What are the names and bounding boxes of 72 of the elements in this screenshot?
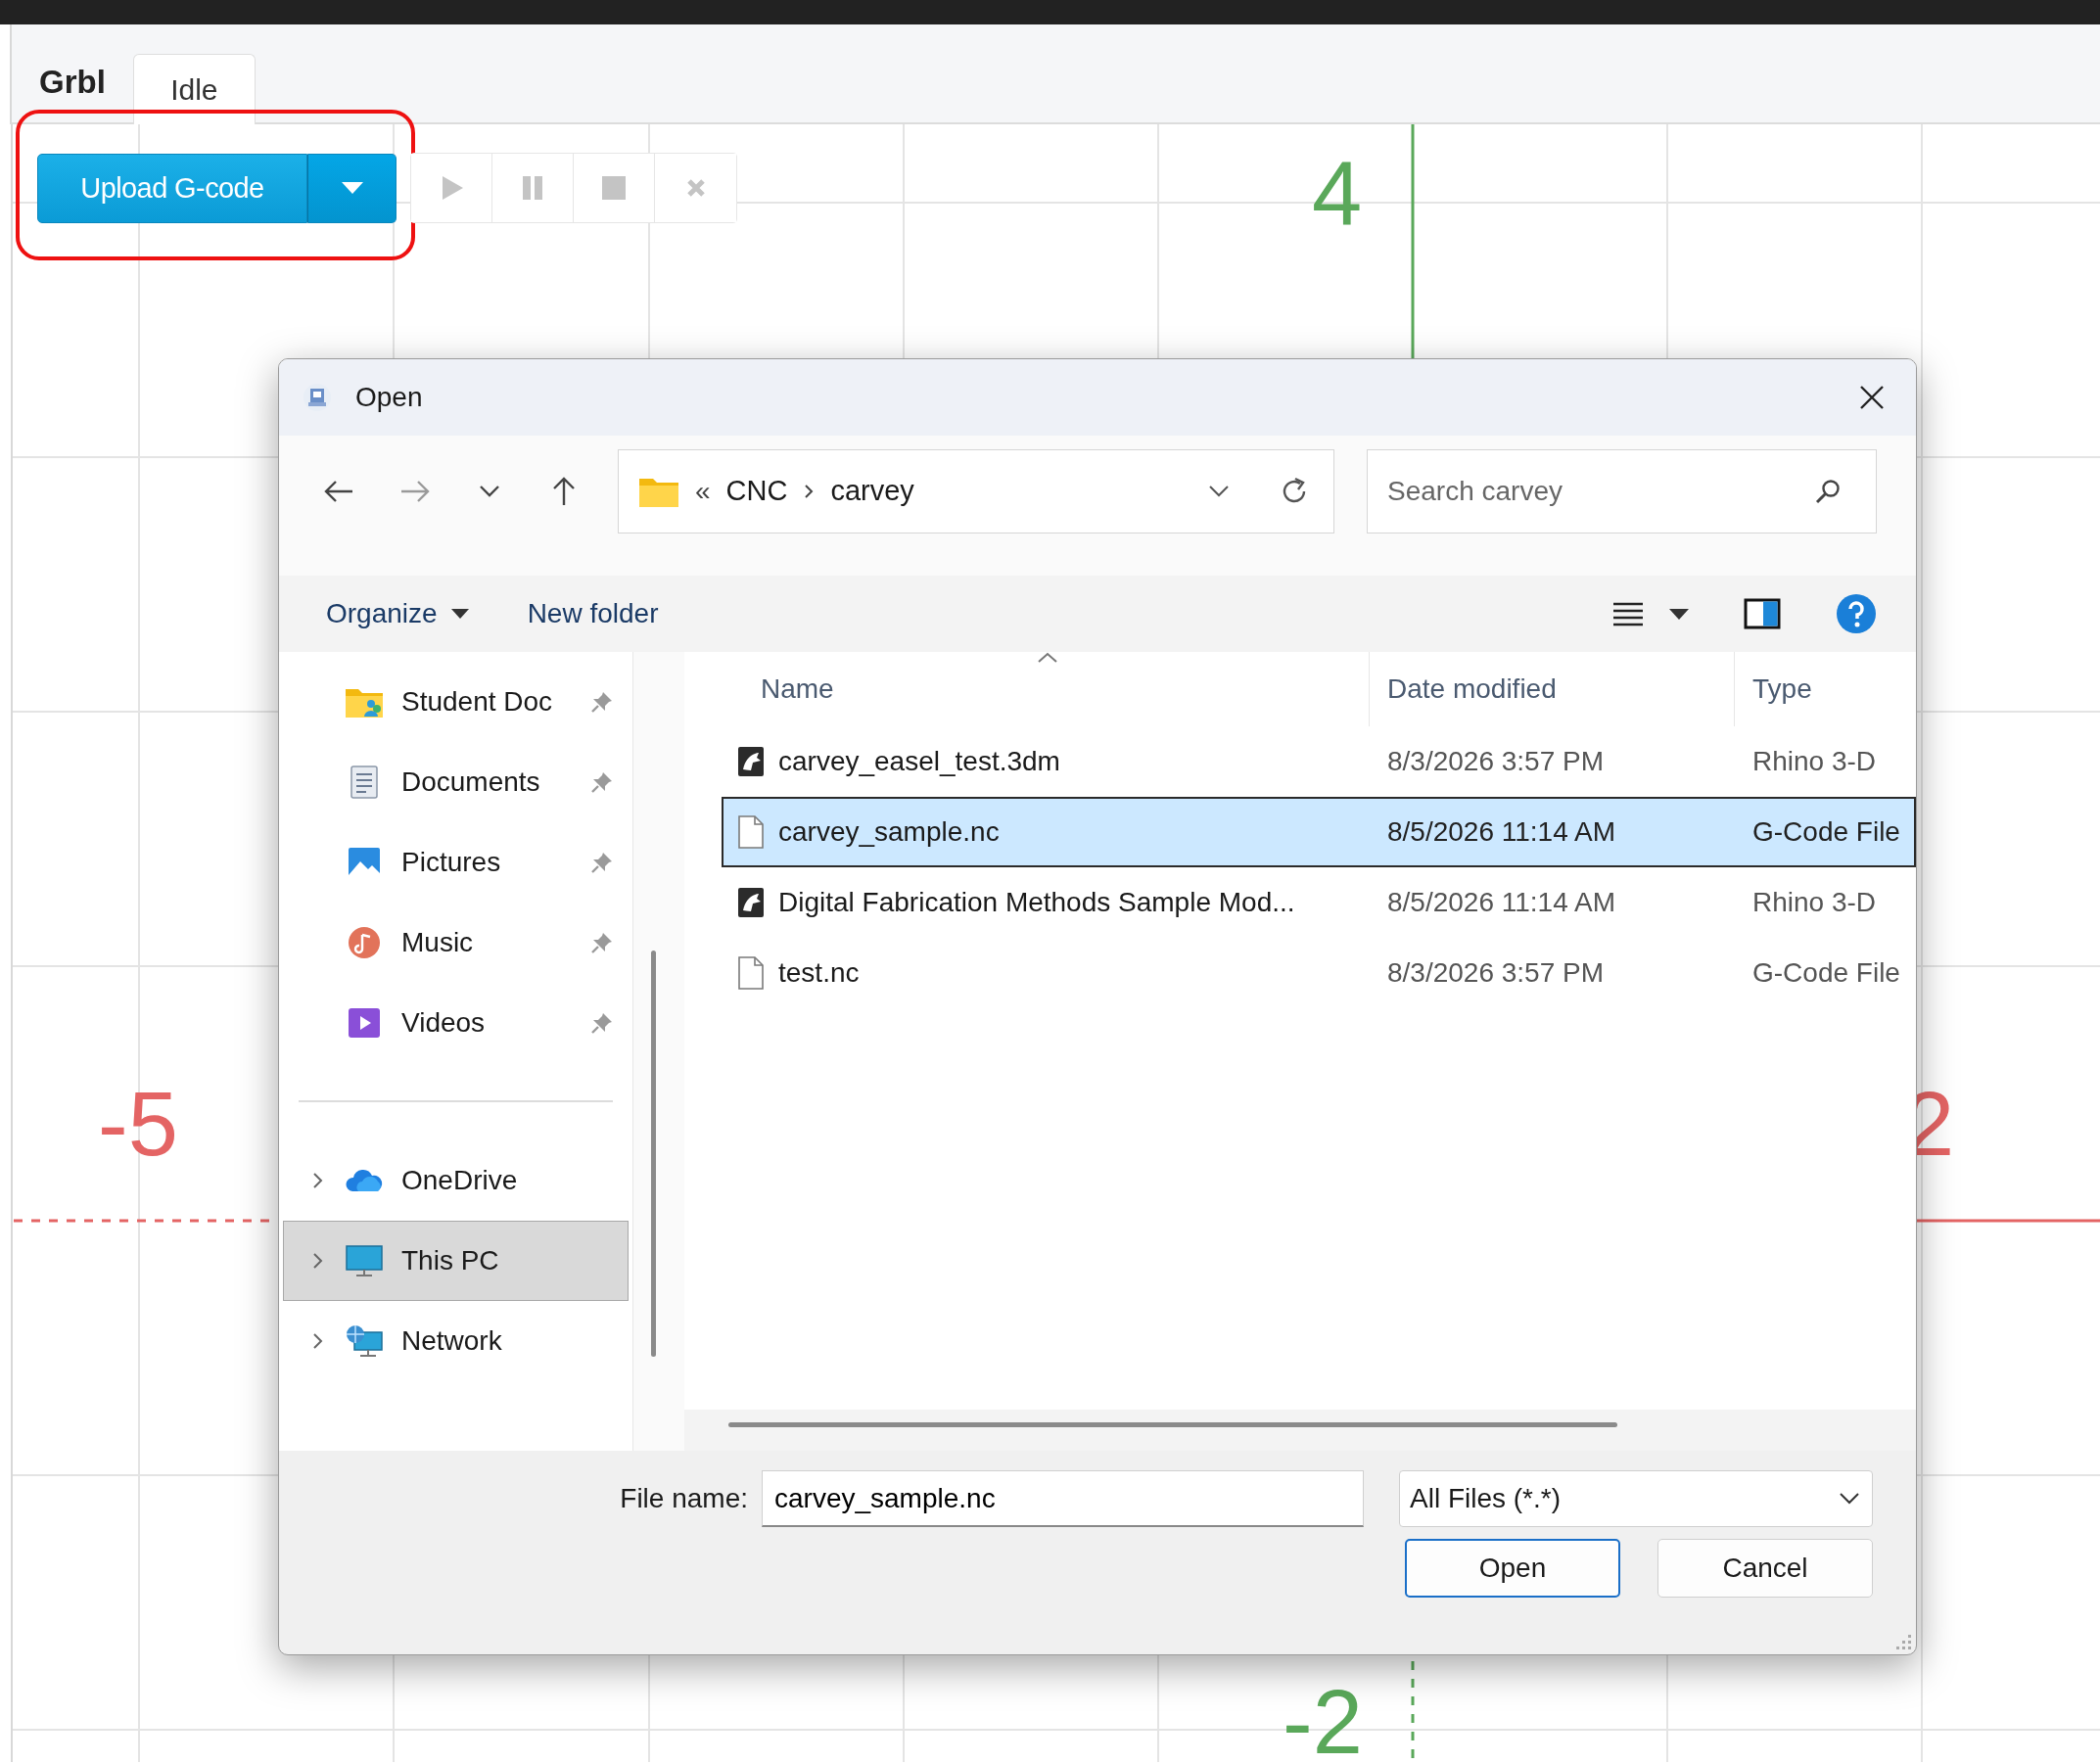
- caret-icon: [341, 182, 363, 194]
- scrollbar-thumb[interactable]: [728, 1422, 1617, 1427]
- chevron-down-icon: [479, 484, 500, 498]
- scrollbar-thumb[interactable]: [651, 951, 656, 1357]
- file-name-field[interactable]: carvey_sample.nc: [762, 1470, 1364, 1527]
- chevron-down-icon[interactable]: [1208, 484, 1230, 498]
- monitor-icon: [345, 1244, 384, 1277]
- sidebar-item[interactable]: Network: [283, 1301, 629, 1381]
- file-row[interactable]: test.nc 8/3/2026 3:57 PM G-Code File: [722, 938, 1916, 1008]
- new-folder-button[interactable]: New folder: [509, 590, 677, 637]
- file-name: carvey_sample.nc: [778, 816, 1000, 848]
- breadcrumb-item[interactable]: CNC: [725, 475, 788, 507]
- help-icon: [1836, 593, 1877, 634]
- sidebar-item[interactable]: OneDrive: [283, 1140, 629, 1221]
- file-type: Rhino 3-D: [1751, 746, 1878, 777]
- file-type: G-Code File: [1751, 816, 1901, 848]
- search-icon: [1814, 477, 1842, 505]
- file-row[interactable]: carvey_sample.nc 8/5/2026 11:14 AM G-Code File: [722, 797, 1916, 867]
- axis-label: -2: [1283, 1687, 1363, 1759]
- file-date: 8/3/2026 3:57 PM: [1386, 746, 1606, 777]
- sidebar-item[interactable]: Documents: [283, 742, 629, 822]
- stop-icon: [599, 173, 629, 203]
- overflow-marker: «: [695, 475, 711, 507]
- forward-arrow-icon: [399, 479, 431, 503]
- app-title: Grbl: [39, 64, 106, 101]
- axis-label: 4: [1312, 158, 1363, 230]
- column-header[interactable]: Name: [684, 652, 1370, 726]
- file-icon: [737, 956, 765, 990]
- file-type: Rhino 3-D: [1751, 887, 1878, 918]
- file-row[interactable]: carvey_easel_test.3dm 8/3/2026 3:57 PM Rhino 3-D: [722, 726, 1916, 797]
- resize-grip-icon[interactable]: [1894, 1633, 1912, 1650]
- sidebar-item[interactable]: Videos: [283, 983, 629, 1063]
- address-bar[interactable]: « CNC carvey: [618, 448, 1334, 534]
- sidebar-item[interactable]: This PC: [283, 1221, 629, 1301]
- column-header[interactable]: Date modified: [1370, 652, 1735, 726]
- column-header[interactable]: Type: [1735, 652, 1916, 726]
- model-file-icon: [737, 887, 765, 918]
- file-type-dropdown[interactable]: All Files (*.*): [1399, 1470, 1873, 1527]
- close-icon: [1859, 385, 1885, 410]
- file-date: 8/3/2026 3:57 PM: [1386, 957, 1606, 989]
- upload-menu-button[interactable]: [307, 153, 397, 223]
- chevron-down-icon: [1839, 1492, 1860, 1506]
- chevron-right-icon: [803, 482, 816, 500]
- back-arrow-icon: [323, 479, 354, 503]
- caret-icon: [1669, 608, 1689, 620]
- network-icon: [345, 1324, 384, 1358]
- file-name: carvey_easel_test.3dm: [778, 746, 1060, 777]
- sidebar-item[interactable]: Pictures: [283, 822, 629, 903]
- file-name: test.nc: [778, 957, 860, 989]
- file-name: Digital Fabrication Methods Sample Mod...: [778, 887, 1295, 918]
- organize-menu[interactable]: Organize: [308, 590, 487, 637]
- file-date: 8/5/2026 11:14 AM: [1386, 816, 1616, 848]
- file-row[interactable]: Digital Fabrication Methods Sample Mod... 8/5/2026 11:14 AM Rhino 3-D: [722, 867, 1916, 938]
- file-name-label: File name:: [620, 1483, 748, 1514]
- up-arrow-icon: [551, 475, 577, 507]
- file-type: G-Code File: [1751, 957, 1901, 989]
- dialog-title: Open: [355, 382, 423, 413]
- caret-icon: [450, 609, 469, 619]
- cancel-button[interactable]: Cancel: [1657, 1539, 1873, 1598]
- sidebar-item[interactable]: Student Doc: [283, 662, 629, 742]
- search-field[interactable]: Search carvey: [1367, 448, 1877, 534]
- list-view-icon: [1612, 601, 1644, 626]
- app-icon: [303, 383, 332, 412]
- file-icon: [737, 815, 765, 849]
- preview-pane-icon: [1744, 598, 1781, 629]
- file-date: 8/5/2026 11:14 AM: [1386, 887, 1616, 918]
- status-tab[interactable]: Idle: [132, 54, 256, 124]
- breadcrumb-item[interactable]: carvey: [830, 475, 914, 507]
- sidebar-item[interactable]: Music: [283, 903, 629, 983]
- model-file-icon: [737, 746, 765, 777]
- open-button[interactable]: Open: [1405, 1539, 1620, 1598]
- axis-label: -5: [98, 1089, 178, 1161]
